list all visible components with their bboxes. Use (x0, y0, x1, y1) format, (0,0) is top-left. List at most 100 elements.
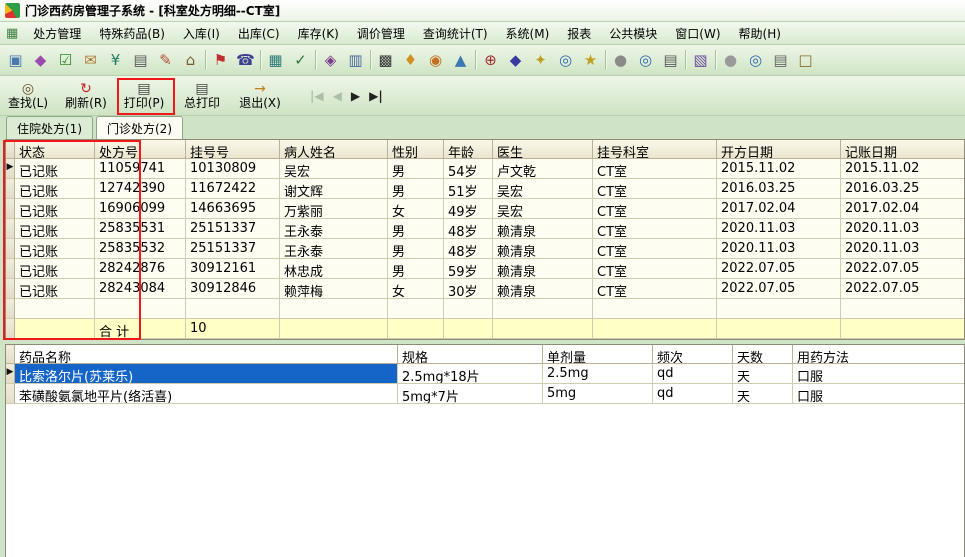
notebook-icon[interactable]: □ (793, 48, 818, 72)
selector-header (6, 140, 15, 159)
cell-age: 30岁 (444, 279, 493, 299)
summary-label: 合 计 (95, 319, 186, 339)
cell-rx-date: 2020.11.03 (717, 219, 841, 239)
toolbar-separator (685, 50, 686, 70)
pattern-icon[interactable]: ▧ (688, 48, 713, 72)
menu-item-6[interactable]: 调价管理 (348, 22, 414, 45)
plus-icon[interactable]: ⊕ (478, 48, 503, 72)
cell-doctor: 卢文乾 (493, 159, 593, 179)
key-icon[interactable]: ✦ (528, 48, 553, 72)
clock-icon[interactable]: ◉ (423, 48, 448, 72)
cell-charge-date: 2016.03.25 (841, 179, 964, 199)
menu-item-1[interactable]: 处方管理 (24, 22, 90, 45)
flag-icon[interactable]: ⚑ (208, 48, 233, 72)
mail-icon[interactable]: ✉ (78, 48, 103, 72)
card-icon[interactable]: ◈ (318, 48, 343, 72)
binoculars-icon: ◎ (21, 80, 35, 97)
selector-header (6, 345, 15, 364)
edit-icon[interactable]: ✎ (153, 48, 178, 72)
gem-icon[interactable]: ◆ (503, 48, 528, 72)
drug-bottle-icon[interactable]: ◆ (28, 48, 53, 72)
cell-empty (593, 319, 717, 339)
print-all-button-label: 总打印 (183, 95, 220, 110)
rx-document-icon[interactable]: ▣ (3, 48, 28, 72)
list-icon[interactable]: ▥ (343, 48, 368, 72)
cell-dose: 5mg (543, 384, 653, 404)
prescription-row[interactable]: 已记账 12742390 11672422 谢文辉男 51岁 吴宏 CT室 2016.03.2… (6, 179, 964, 199)
drug-table: 药品名称 规格 单剂量 频次 天数 用药方法 ▶ 比索洛尔片(苏莱乐) 2.5mg*18片 2.5… (5, 344, 965, 557)
chart-icon[interactable]: ▲ (448, 48, 473, 72)
cell-doctor: 赖清泉 (493, 239, 593, 259)
form-icon: ▦ (6, 25, 19, 41)
first-record-button[interactable]: |◀ (310, 89, 324, 103)
menu-item-3[interactable]: 入库(I) (174, 22, 229, 45)
check-icon[interactable]: ✓ (288, 48, 313, 72)
cell-drug-name: 苯磺酸氨氯地平片(络活喜) (15, 384, 398, 404)
cell-rx-no: 12742390 (95, 179, 186, 199)
sheet-icon[interactable]: ▤ (768, 48, 793, 72)
zoom-icon[interactable]: ◎ (633, 48, 658, 72)
menu-item-10[interactable]: 公共模块 (600, 22, 666, 45)
bell-icon[interactable]: ♦ (398, 48, 423, 72)
tab-1[interactable]: 住院处方(1) (6, 116, 93, 139)
exit-button[interactable]: → 退出(X) (236, 78, 284, 114)
prev-record-button[interactable]: ◀ (333, 89, 342, 103)
cell-status: 已记账 (15, 239, 95, 259)
next-record-button[interactable]: ▶ (351, 89, 360, 103)
menu-item-12[interactable]: 帮助(H) (730, 22, 790, 45)
cell-rx-no: 25835531 (95, 219, 186, 239)
col-header-gender: 性别 (388, 140, 444, 159)
report-icon[interactable]: ▤ (658, 48, 683, 72)
cell-reg-no: 30912846 (186, 279, 280, 299)
row-selector (6, 199, 15, 219)
fee-icon[interactable]: ¥ (103, 48, 128, 72)
print-icon[interactable]: ▤ (128, 48, 153, 72)
prescription-row[interactable]: 已记账 28242876 30912161 林忠成男 59岁 赖清泉 CT室 2022.07.… (6, 259, 964, 279)
phone-icon[interactable]: ☎ (233, 48, 258, 72)
cell-charge-date: 2015.11.02 (841, 159, 964, 179)
prescription-row[interactable]: 已记账 16906099 14663695 万紫丽女 49岁 吴宏 CT室 2017.02.0… (6, 199, 964, 219)
print-all-button[interactable]: ▤ 总打印 (178, 78, 226, 114)
barcode-icon[interactable]: ▩ (373, 48, 398, 72)
menu-item-4[interactable]: 出库(C) (229, 22, 289, 45)
prescription-row[interactable]: 已记账 28243084 30912846 赖萍梅女 30岁 赖清泉 CT室 2022.07.… (6, 279, 964, 299)
print-button[interactable]: ▤ 打印(P) (120, 78, 168, 114)
menu-item-8[interactable]: 系统(M) (497, 22, 559, 45)
drug-row[interactable]: ▶ 比索洛尔片(苏莱乐) 2.5mg*18片 2.5mg qd 天口服 (6, 364, 964, 384)
tab-2[interactable]: 门诊处方(2) (96, 116, 183, 139)
cell-reg-no: 14663695 (186, 199, 280, 219)
prescription-row[interactable]: 已记账 25835532 25151337 王永泰男 48岁 赖清泉 CT室 2020.11.… (6, 239, 964, 259)
menu-item-7[interactable]: 查询统计(T) (414, 22, 497, 45)
sphere-icon[interactable]: ● (608, 48, 633, 72)
cell-doctor: 赖清泉 (493, 279, 593, 299)
drug-row[interactable]: 苯磺酸氨氯地平片(络活喜) 5mg*7片 5mg qd 天口服 (6, 384, 964, 404)
col-header-route: 用药方法 (793, 345, 964, 364)
menu-item-11[interactable]: 窗口(W) (666, 22, 729, 45)
menu-item-9[interactable]: 报表 (558, 22, 600, 45)
cell-spec: 5mg*7片 (398, 384, 543, 404)
menu-item-2[interactable]: 特殊药品(B) (90, 22, 174, 45)
record-nav: |◀ ◀ ▶ ▶| (310, 89, 383, 103)
col-header-doctor: 医生 (493, 140, 593, 159)
cell-patient: 万紫丽 (280, 199, 388, 219)
audit-check-icon[interactable]: ☑ (53, 48, 78, 72)
cell-days: 天 (733, 384, 793, 404)
grid-icon[interactable]: ▦ (263, 48, 288, 72)
cell-empty (493, 299, 593, 319)
last-record-button[interactable]: ▶| (369, 89, 383, 103)
prescription-row[interactable]: 已记账 25835531 25151337 王永泰男 48岁 赖清泉 CT室 2020.11.… (6, 219, 964, 239)
magnifier-icon[interactable]: ◎ (743, 48, 768, 72)
prescription-row[interactable]: ▶ 已记账 11059741 10130809 吴宏男 54岁 卢文乾 CT室 2015.11.… (6, 159, 964, 179)
find-button[interactable]: ◎ 查找(L) (4, 78, 52, 114)
cell-age: 49岁 (444, 199, 493, 219)
cell-empty (444, 299, 493, 319)
search-doc-icon[interactable]: ◎ (553, 48, 578, 72)
menu-item-5[interactable]: 库存(K) (289, 22, 348, 45)
star-icon[interactable]: ★ (578, 48, 603, 72)
home-icon[interactable]: ⌂ (178, 48, 203, 72)
refresh-button[interactable]: ↻ 刷新(R) (62, 78, 110, 114)
cell-empty (593, 299, 717, 319)
cell-age: 51岁 (444, 179, 493, 199)
ball-icon[interactable]: ● (718, 48, 743, 72)
cell-patient: 王永泰 (280, 219, 388, 239)
